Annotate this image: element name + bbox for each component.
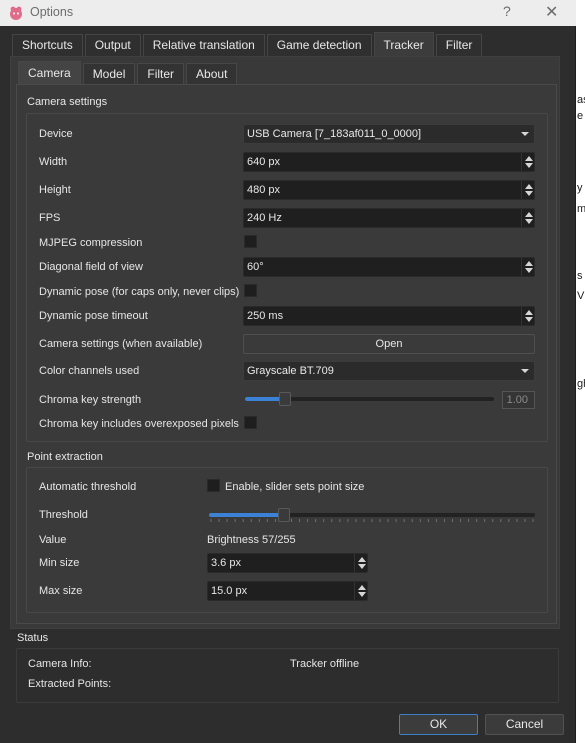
value-label: Value — [39, 534, 67, 546]
chroma-key-slider-handle[interactable] — [279, 392, 291, 406]
spin-arrows-icon[interactable] — [521, 181, 534, 199]
height-label: Height — [39, 184, 71, 196]
min-size-label: Min size — [39, 557, 80, 569]
dynamic-timeout-spinbox[interactable]: 250 ms — [243, 306, 535, 326]
sub-tab-bar: Camera Model Filter About — [18, 61, 239, 84]
background-app: as e y m s V gh — [576, 0, 585, 743]
height-value: 480 px — [247, 184, 281, 196]
color-channels-value: Grayscale BT.709 — [247, 365, 334, 377]
auto-threshold-label: Automatic threshold — [39, 481, 137, 493]
chroma-overexposed-label: Chroma key includes overexposed pixels — [39, 418, 239, 430]
threshold-tick-marks — [210, 519, 534, 522]
status-title: Status — [17, 632, 49, 644]
min-size-spinbox[interactable]: 3.6 px — [207, 553, 368, 573]
auto-threshold-checkbox-label[interactable]: Enable, slider sets point size — [225, 481, 364, 493]
chroma-overexposed-checkbox[interactable] — [244, 416, 257, 429]
auto-threshold-checkbox[interactable] — [207, 479, 220, 492]
spin-arrows-icon[interactable] — [521, 307, 534, 325]
chevron-down-icon — [521, 132, 529, 136]
tab-game-detection[interactable]: Game detection — [266, 34, 372, 56]
fps-label: FPS — [39, 212, 61, 224]
tab-tracker[interactable]: Tracker — [373, 32, 434, 56]
close-button[interactable]: ✕ — [545, 2, 558, 22]
width-value: 640 px — [247, 156, 281, 168]
options-dialog: Options ? ✕ Shortcuts Output Relative tr… — [0, 0, 576, 743]
mjpeg-label: MJPEG compression — [39, 237, 143, 249]
dynamic-pose-label: Dynamic pose (for caps only, never clips… — [39, 286, 240, 298]
brightness-value: Brightness 57/255 — [207, 534, 296, 546]
camera-info-label: Camera Info: — [28, 658, 92, 670]
threshold-slider-handle[interactable] — [278, 508, 290, 522]
tab-relative-translation[interactable]: Relative translation — [142, 34, 265, 56]
camera-info-value: Tracker offline — [290, 658, 360, 670]
subtab-filter[interactable]: Filter — [137, 63, 185, 84]
fps-spinbox[interactable]: 240 Hz — [243, 208, 535, 228]
mjpeg-checkbox[interactable] — [244, 235, 257, 248]
device-value: USB Camera [7_183af011_0_0000] — [247, 128, 422, 140]
camera-settings-open-label: Camera settings (when available) — [39, 338, 203, 350]
threshold-label: Threshold — [39, 509, 88, 521]
spin-arrows-icon[interactable] — [521, 258, 534, 276]
dynamic-pose-checkbox[interactable] — [244, 284, 257, 297]
chroma-key-value: 1.00 — [502, 391, 535, 409]
dynamic-timeout-value: 250 ms — [247, 310, 284, 322]
spin-arrows-icon[interactable] — [521, 209, 534, 227]
tab-output[interactable]: Output — [84, 34, 141, 56]
status-group — [16, 648, 559, 703]
tab-filter[interactable]: Filter — [435, 34, 483, 56]
spin-arrows-icon[interactable] — [354, 554, 367, 572]
help-button[interactable]: ? — [503, 3, 511, 19]
chevron-down-icon — [521, 369, 529, 373]
extracted-points-label: Extracted Points: — [28, 678, 112, 690]
fov-value: 60° — [247, 261, 264, 273]
max-size-spinbox[interactable]: 15.0 px — [207, 581, 368, 601]
title-bar: Options ? ✕ — [0, 0, 576, 26]
app-logo-icon — [10, 6, 22, 20]
threshold-slider-fill — [209, 513, 284, 517]
max-size-label: Max size — [39, 585, 83, 597]
point-extraction-title: Point extraction — [27, 451, 103, 463]
max-size-value: 15.0 px — [211, 585, 248, 597]
subtab-model[interactable]: Model — [82, 63, 136, 84]
chroma-key-label: Chroma key strength — [39, 394, 142, 406]
height-spinbox[interactable]: 480 px — [243, 180, 535, 200]
width-label: Width — [39, 156, 68, 168]
dynamic-timeout-label: Dynamic pose timeout — [39, 310, 148, 322]
fov-label: Diagonal field of view — [39, 261, 143, 273]
tab-shortcuts[interactable]: Shortcuts — [12, 34, 83, 56]
subtab-about[interactable]: About — [186, 63, 238, 84]
cancel-button[interactable]: Cancel — [485, 714, 564, 735]
device-label: Device — [39, 128, 73, 140]
fov-spinbox[interactable]: 60° — [243, 257, 535, 277]
width-spinbox[interactable]: 640 px — [243, 152, 535, 172]
spin-arrows-icon[interactable] — [354, 582, 367, 600]
color-channels-select[interactable]: Grayscale BT.709 — [243, 361, 535, 381]
camera-settings-title: Camera settings — [27, 96, 108, 108]
fps-value: 240 Hz — [247, 212, 282, 224]
min-size-value: 3.6 px — [211, 557, 241, 569]
subtab-camera[interactable]: Camera — [18, 61, 81, 84]
main-tab-bar: Shortcuts Output Relative translation Ga… — [12, 32, 484, 56]
window-title: Options — [30, 5, 74, 19]
device-select[interactable]: USB Camera [7_183af011_0_0000] — [243, 124, 535, 144]
spin-arrows-icon[interactable] — [521, 153, 534, 171]
ok-button[interactable]: OK — [399, 714, 478, 735]
color-channels-label: Color channels used — [39, 365, 140, 377]
open-camera-settings-button[interactable]: Open — [243, 334, 535, 354]
